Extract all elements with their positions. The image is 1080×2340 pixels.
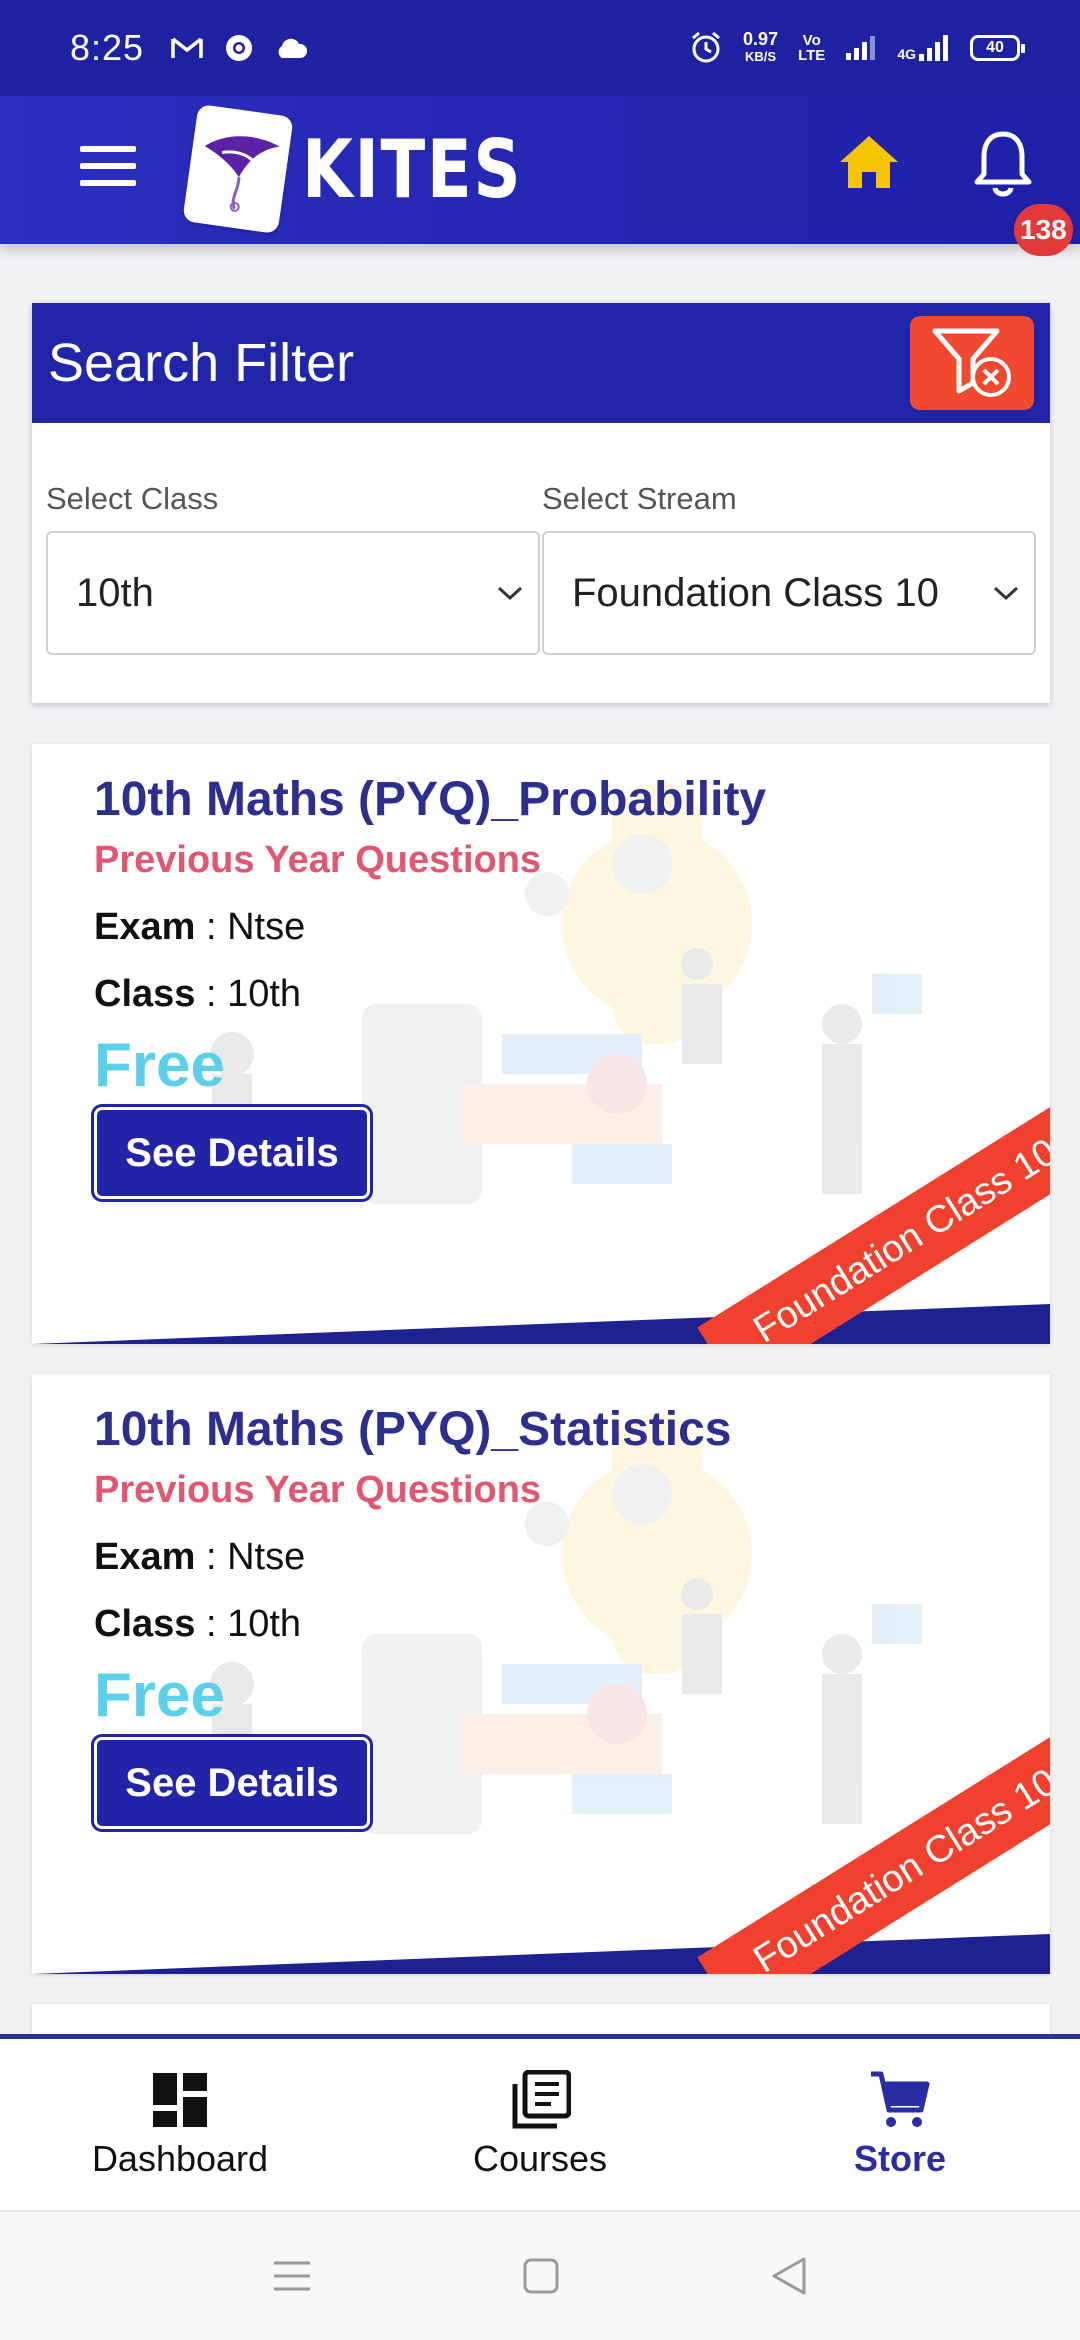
net-speed-unit: KB/S [745,49,777,64]
gmail-icon [171,37,203,58]
class-label: Class [94,1603,196,1645]
kites-logo: KITES [182,103,523,235]
notification-badge: 138 [1014,204,1073,256]
volte-indicator: Vo LTE [798,33,825,63]
home-icon[interactable] [836,130,902,196]
card-class: Class : 10th [94,1603,302,1645]
net-speed: 0.97 KB/S [743,30,778,66]
card-title: 10th Maths (PYQ)_Statistics [94,1403,732,1456]
chevron-down-icon [497,586,523,601]
card-price: Free [94,1031,225,1100]
chrome-icon [226,35,253,61]
exam-value: Ntse [227,1536,306,1578]
card-class: Class : 10th [94,973,302,1015]
dashboard-icon [153,2072,207,2127]
nav-courses[interactable]: Courses [360,2069,720,2180]
class-value: 10th [227,973,302,1015]
card-content: 10th Maths (PYQ)_Statistics Previous Yea… [94,1402,732,1829]
courses-icon [512,2069,571,2128]
home-nav-icon[interactable] [522,2257,560,2295]
battery-level: 40 [986,39,1004,56]
back-nav-icon[interactable] [770,2256,808,2296]
recent-apps-icon[interactable] [272,2259,312,2293]
class-select-value: 10th [76,570,154,615]
exam-label: Exam [94,1536,196,1578]
card-subtitle: Previous Year Questions [94,1469,542,1511]
system-navigation-bar [0,2210,1080,2340]
volte-bottom: LTE [798,47,826,64]
clear-filter-button[interactable] [910,316,1034,410]
card-title: 10th Maths (PYQ)_Probability [94,773,767,826]
status-notification-icons [170,33,308,63]
nav-store[interactable]: Store [720,2070,1080,2180]
class-select-group: Select Class 10th [46,423,540,655]
stream-select-label: Select Stream [542,481,737,516]
search-filter-body: Select Class 10th Select Stream Foundati… [32,423,1050,655]
class-value: 10th [227,1603,302,1645]
filter-clear-icon [932,328,1011,397]
status-time: 8:25 [70,27,145,68]
stream-select-value: Foundation Class 10 [572,570,939,615]
chevron-down-icon [993,586,1019,601]
app-header: KITES 138 [0,96,1080,256]
card-content: 10th Maths (PYQ)_Probability Previous Ye… [94,772,766,1199]
volte-top: Vo [802,32,821,49]
stream-select-group: Select Stream Foundation Class 10 [542,423,1036,655]
product-card[interactable]: 10th Maths (PYQ)_Probability Previous Ye… [32,744,1050,1344]
cloud-icon [278,38,308,58]
cart-icon [871,2071,930,2127]
nav-courses-label: Courses [472,2137,608,2179]
net-speed-value: 0.97 [743,29,779,49]
nav-store-label: Store [853,2137,947,2179]
see-details-button[interactable]: See Details [94,1107,370,1199]
menu-icon[interactable] [80,146,136,186]
nav-dashboard-label: Dashboard [91,2137,269,2179]
card-exam: Exam : Ntse [94,906,306,948]
nav-dashboard[interactable]: Dashboard [0,2070,360,2180]
status-left: 8:25 [70,27,308,69]
search-filter-card: Search Filter Select Class 10th Select S… [32,303,1050,703]
card-price: Free [94,1661,225,1730]
battery-icon: 40 [970,35,1025,61]
card-subtitle: Previous Year Questions [94,839,542,881]
logo-text: KITES [302,122,523,216]
network-type: 4G [897,46,916,62]
product-card[interactable]: 10th Maths (PYQ)_Statistics Previous Yea… [32,1374,1050,1974]
class-select[interactable]: 10th [46,531,540,655]
class-label: Class [94,973,196,1015]
search-filter-header: Search Filter [32,303,1050,423]
signal-icon [846,36,876,60]
search-filter-title: Search Filter [48,333,355,393]
alarm-icon [692,31,721,63]
network-4g: 4G [897,34,950,62]
status-bar: 8:25 0.97 KB/S Vo LTE 4G 40 [0,0,1080,96]
exam-label: Exam [94,906,196,948]
see-details-button[interactable]: See Details [94,1737,370,1829]
class-select-label: Select Class [46,481,219,516]
bell-icon[interactable] [972,128,1034,200]
card-exam: Exam : Ntse [94,1536,306,1578]
kite-logo-icon [182,103,294,235]
exam-value: Ntse [227,906,306,948]
bottom-navigation: Dashboard Courses Store [0,2034,1080,2210]
status-right: 0.97 KB/S Vo LTE 4G 40 [689,30,1025,66]
signal-4g-icon [919,35,948,61]
stream-select[interactable]: Foundation Class 10 [542,531,1036,655]
